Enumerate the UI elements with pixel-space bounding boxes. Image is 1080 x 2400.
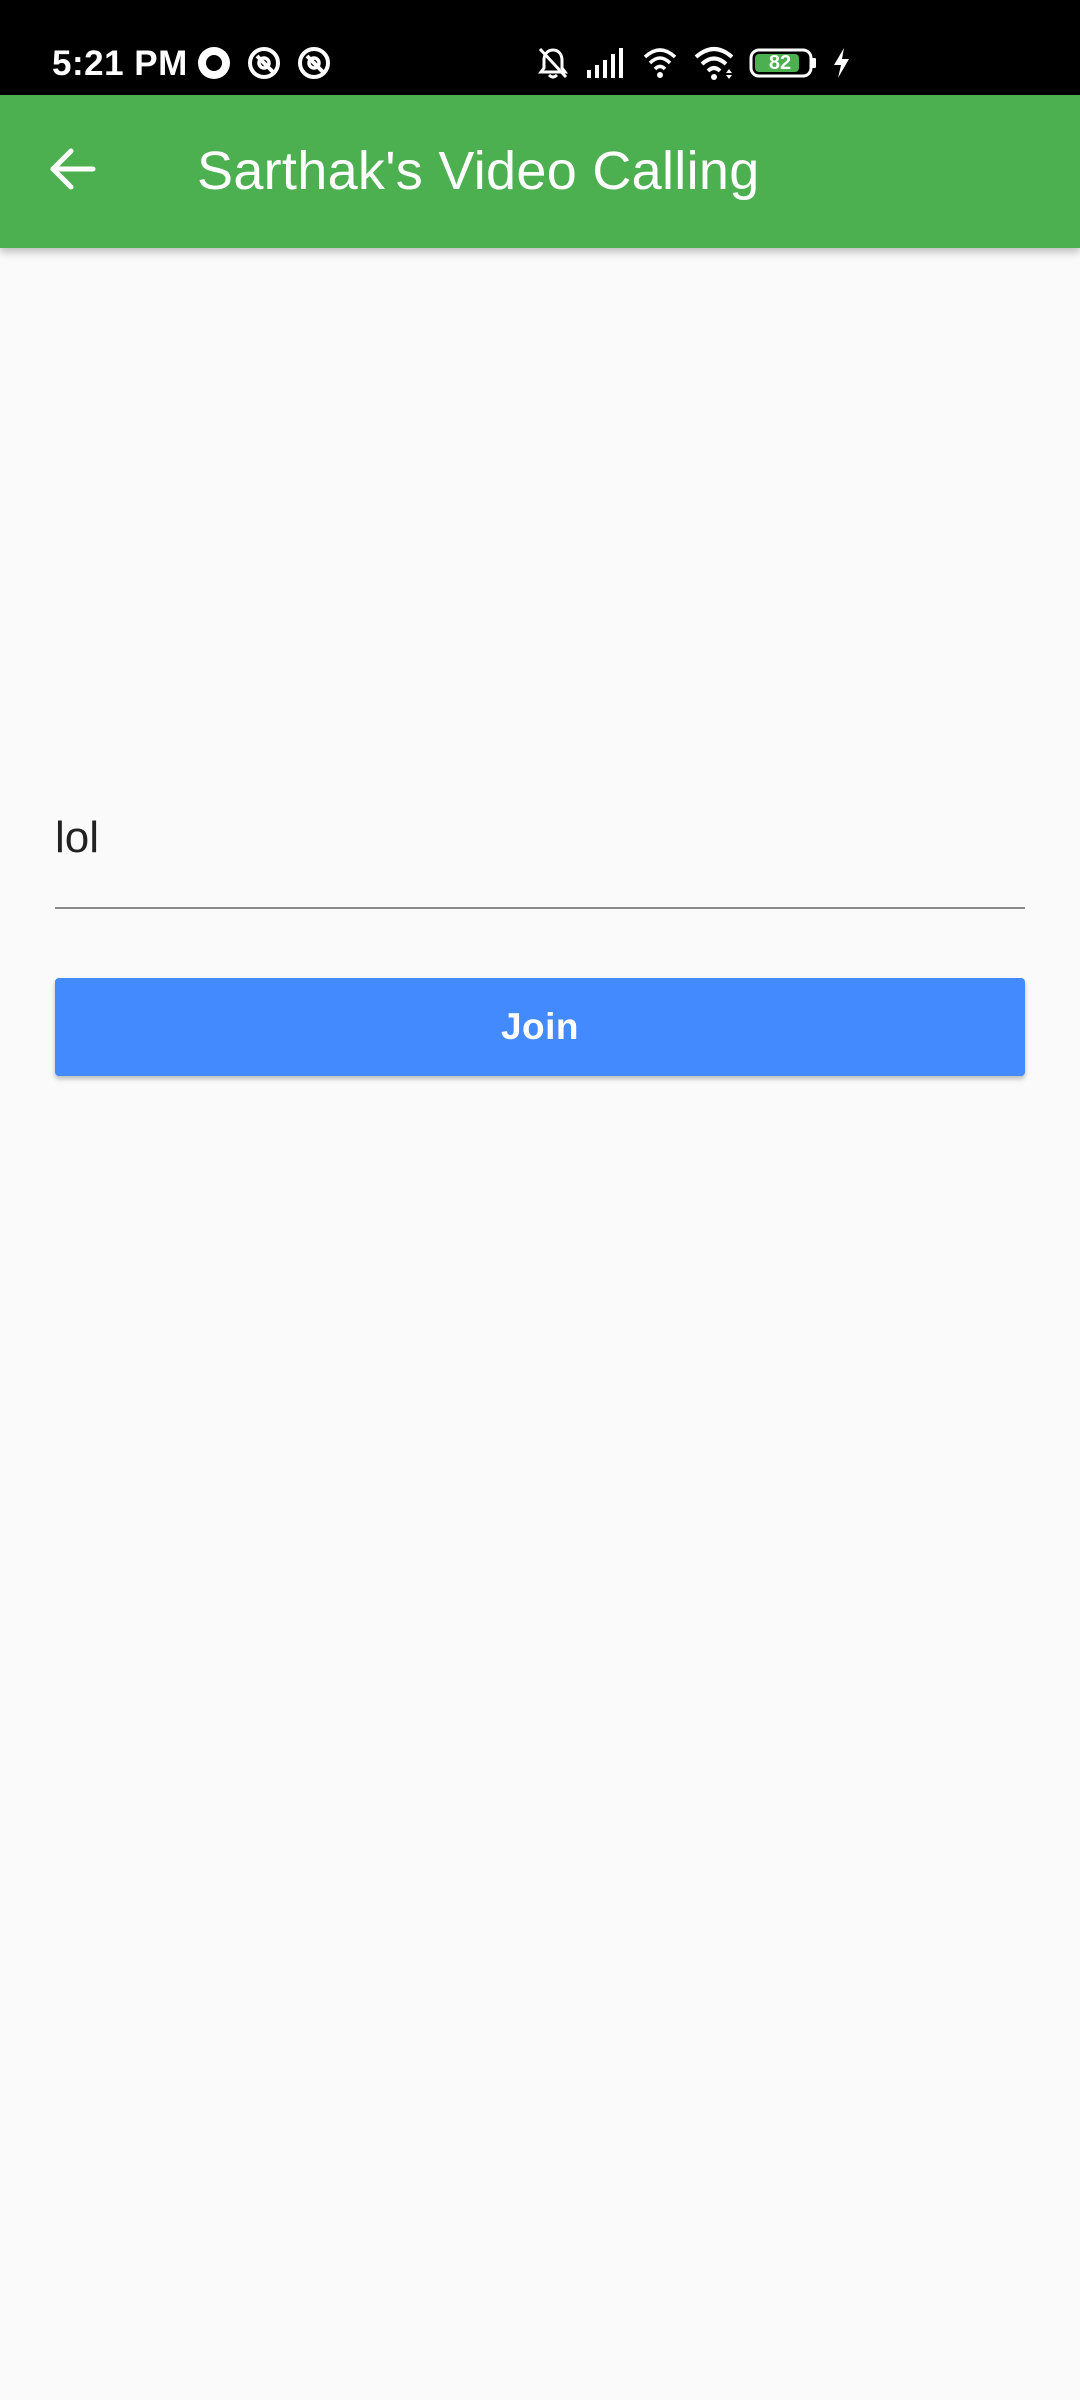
channel-input-field[interactable] — [55, 790, 1025, 909]
channel-input[interactable] — [55, 790, 1025, 885]
bell-off-icon — [535, 45, 571, 81]
record-icon — [196, 45, 232, 81]
status-right-icons: 82 — [535, 45, 851, 81]
at-sign-icon — [246, 45, 282, 81]
page-title: Sarthak's Video Calling — [197, 141, 760, 201]
arrow-left-icon — [47, 144, 97, 199]
back-button[interactable] — [32, 131, 112, 211]
hotspot-icon — [641, 45, 679, 81]
status-bar: 5:21 PM 82 — [0, 0, 1080, 95]
join-button[interactable]: Join — [55, 978, 1025, 1076]
wifi-icon — [693, 45, 735, 81]
signal-bars-icon — [585, 46, 627, 80]
status-time: 5:21 PM — [52, 44, 188, 83]
charging-bolt-icon — [831, 47, 851, 79]
at-sign-icon — [296, 45, 332, 81]
app-bar: Sarthak's Video Calling — [0, 95, 1080, 248]
battery-level: 82 — [768, 52, 792, 74]
battery-icon: 82 — [749, 48, 817, 78]
status-left-icons — [196, 45, 332, 81]
